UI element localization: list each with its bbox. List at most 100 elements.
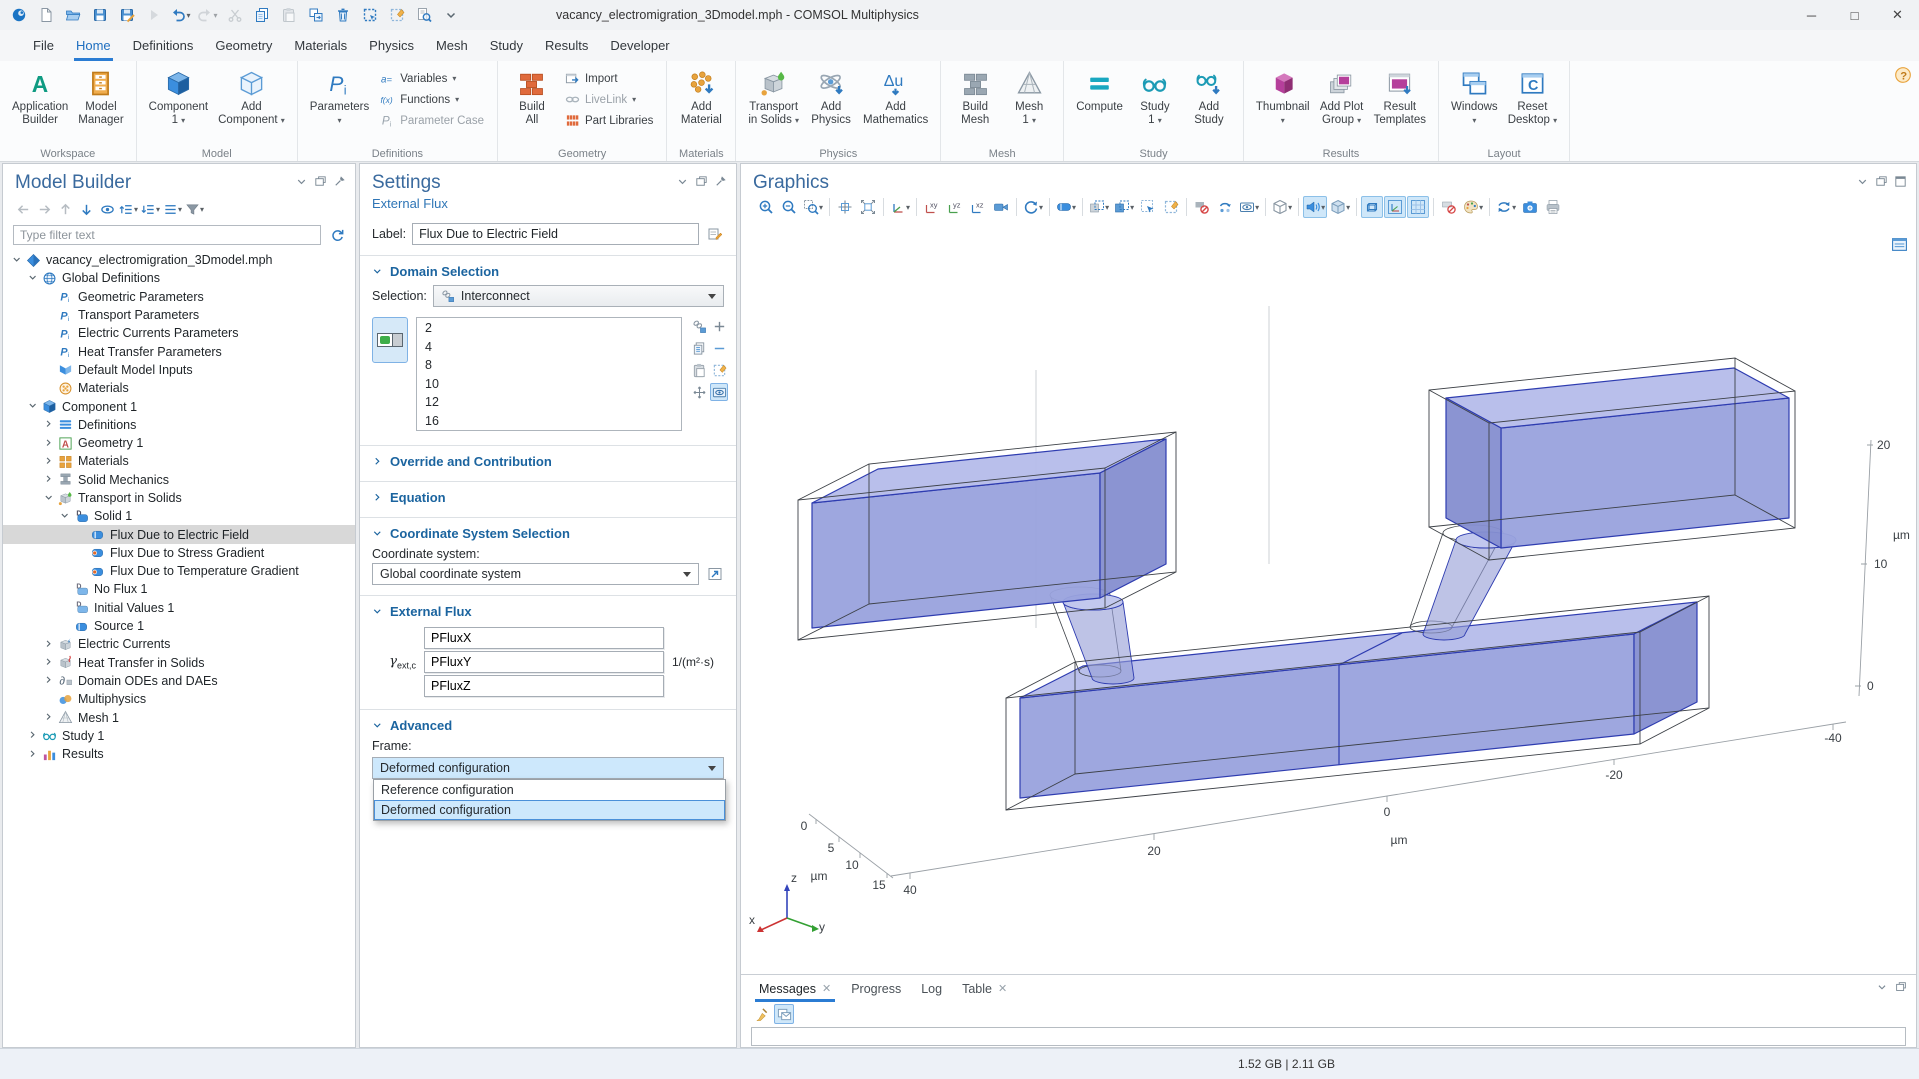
g-sync-button[interactable]: ▾ — [1494, 196, 1518, 218]
tree-item-study-1[interactable]: Study 1 — [3, 727, 355, 745]
g-pointer-button[interactable] — [1137, 196, 1159, 218]
add-plus-button[interactable] — [710, 317, 728, 335]
domain-list-item[interactable]: 4 — [417, 338, 681, 357]
ribbon-button-study[interactable]: Study1 ▾ — [1128, 66, 1182, 129]
zoom-sel-button[interactable] — [690, 383, 708, 401]
qat-comsol-logo-button[interactable] — [6, 3, 31, 27]
qat-save-button[interactable] — [87, 3, 112, 27]
qat-copy-button[interactable] — [249, 3, 274, 27]
qat-save-find-button[interactable] — [114, 3, 139, 27]
g-debrush-button[interactable] — [1160, 196, 1182, 218]
show-node-button[interactable] — [97, 199, 117, 219]
settings-panel-float-button[interactable] — [694, 174, 709, 192]
menu-tab-results[interactable]: Results — [534, 30, 599, 61]
menu-tab-physics[interactable]: Physics — [358, 30, 425, 61]
show-eye-button[interactable] — [710, 383, 728, 401]
ribbon-button-import[interactable]: Import — [561, 69, 657, 88]
g-camera-button[interactable] — [990, 196, 1012, 218]
g-wire-button[interactable]: ▾ — [1270, 196, 1294, 218]
g-axisind-button[interactable] — [1384, 196, 1406, 218]
minimize-button[interactable]: ─ — [1790, 0, 1833, 30]
refresh-button[interactable] — [327, 225, 347, 245]
g-view-xy-button[interactable]: xy — [921, 196, 943, 218]
graphics-viewport[interactable]: 40200-20-40µm051015µm01020µm zxy — [741, 228, 1916, 974]
frame-select[interactable]: Deformed configuration — [372, 757, 724, 779]
domain-list-item[interactable]: 2 — [417, 319, 681, 338]
qat-duplicate-button[interactable] — [303, 3, 328, 27]
ribbon-button-reset-desktop[interactable]: CResetDesktop ▾ — [1503, 66, 1562, 129]
selection-dropdown[interactable]: Interconnect — [433, 285, 724, 307]
g-zoom-box-button[interactable]: ▾ — [801, 196, 825, 218]
tree-item-heat-transfer-in-solids[interactable]: Heat Transfer in Solids — [3, 654, 355, 672]
graphics-panel-float-button[interactable] — [1874, 174, 1889, 192]
qat-undo-button[interactable]: ▾ — [168, 3, 193, 27]
nav-down-button[interactable] — [76, 199, 96, 219]
menu-tab-home[interactable]: Home — [65, 30, 122, 61]
ribbon-button-parameters[interactable]: PiParameters▾ — [305, 66, 374, 129]
tree-item-flux-due-to-temperature-gradient[interactable]: Flux Due to Temperature Gradient — [3, 562, 355, 580]
qat-cut-button[interactable] — [222, 3, 247, 27]
chevron-closed-icon[interactable] — [43, 437, 56, 450]
ribbon-button-add-component[interactable]: AddComponent ▾ — [213, 66, 290, 129]
close-tab-icon[interactable]: ✕ — [998, 982, 1007, 995]
dock-tab-messages[interactable]: Messages✕ — [749, 975, 841, 1002]
external-flux-field-x[interactable] — [424, 627, 664, 649]
plot-properties-icon[interactable] — [1891, 236, 1908, 253]
label-input[interactable] — [412, 223, 699, 245]
menu-tab-definitions[interactable]: Definitions — [122, 30, 205, 61]
g-rotate-button[interactable]: ▾ — [1021, 196, 1045, 218]
section-override[interactable]: Override and Contribution — [360, 446, 736, 475]
ribbon-button-add-physics[interactable]: AddPhysics — [804, 66, 858, 129]
ribbon-button-livelink[interactable]: LiveLink▾ — [561, 90, 657, 109]
close-button[interactable]: ✕ — [1876, 0, 1919, 30]
tree-item-results[interactable]: Results — [3, 745, 355, 763]
ribbon-button-transport[interactable]: Transportin Solids ▾ — [743, 66, 804, 129]
model-builder-panel-float-button[interactable] — [313, 174, 328, 192]
menu-tab-materials[interactable]: Materials — [283, 30, 358, 61]
g-zoom-out-button[interactable] — [778, 196, 800, 218]
tree-item-domain-odes-and-daes[interactable]: ∂Domain ODEs and DAEs — [3, 672, 355, 690]
copy-list-button[interactable] — [690, 339, 708, 357]
graphics-panel-max-button[interactable] — [1893, 174, 1908, 192]
qat-caret-sm-button[interactable] — [438, 3, 463, 27]
tree-item-solid-1[interactable]: DSolid 1 — [3, 507, 355, 525]
model-builder-panel-caret-button[interactable] — [294, 174, 309, 192]
chevron-open-icon[interactable] — [59, 510, 72, 523]
mail-button[interactable] — [774, 1004, 794, 1024]
nav-back-button[interactable] — [13, 199, 33, 219]
tree-item-mesh-1[interactable]: Mesh 1 — [3, 708, 355, 726]
chevron-closed-icon[interactable] — [43, 455, 56, 468]
external-flux-field-z[interactable] — [424, 675, 664, 697]
g-view-xz-button[interactable]: xz — [967, 196, 989, 218]
g-fit-button[interactable] — [857, 196, 879, 218]
tree-item-geometric-parameters[interactable]: PiGeometric Parameters — [3, 288, 355, 306]
qat-new-file-button[interactable] — [33, 3, 58, 27]
chevron-open-icon[interactable] — [27, 272, 40, 285]
chevron-closed-icon[interactable] — [43, 638, 56, 651]
section-advanced[interactable]: Advanced — [360, 710, 736, 739]
g-grid-button[interactable] — [1407, 196, 1429, 218]
dock-tab-table[interactable]: Table✕ — [952, 975, 1017, 1002]
g-selbox-button[interactable]: ▾ — [1087, 196, 1111, 218]
coordinate-system-select[interactable]: Global coordinate system — [372, 563, 699, 585]
domain-list-item[interactable]: 10 — [417, 375, 681, 394]
tree-item-definitions[interactable]: Definitions — [3, 416, 355, 434]
tree-item-electric-currents[interactable]: Electric Currents — [3, 635, 355, 653]
ribbon-button-model-manager[interactable]: ModelManager — [73, 66, 128, 129]
domain-list-item[interactable]: 8 — [417, 356, 681, 375]
ribbon-button-result-templates[interactable]: ResultTemplates — [1369, 66, 1431, 129]
dock-tab-log[interactable]: Log — [911, 975, 952, 1002]
tree-item-no-flux-1[interactable]: DNo Flux 1 — [3, 580, 355, 598]
ribbon-button-compute[interactable]: Compute — [1071, 66, 1128, 116]
remove-minus-button[interactable] — [710, 339, 728, 357]
g-unhide-button[interactable] — [1214, 196, 1236, 218]
chevron-closed-icon[interactable] — [43, 674, 56, 687]
chevron-open-icon[interactable] — [43, 492, 56, 505]
dock-panel-float-button[interactable] — [1894, 980, 1908, 997]
tree-filter-input[interactable] — [13, 225, 321, 245]
menu-tab-file[interactable]: File — [22, 30, 65, 61]
dock-tab-progress[interactable]: Progress — [841, 975, 911, 1002]
broom-button[interactable] — [751, 1004, 771, 1024]
ribbon-button-windows[interactable]: Windows▾ — [1446, 66, 1503, 129]
tree-item-default-model-inputs[interactable]: Default Model Inputs — [3, 361, 355, 379]
